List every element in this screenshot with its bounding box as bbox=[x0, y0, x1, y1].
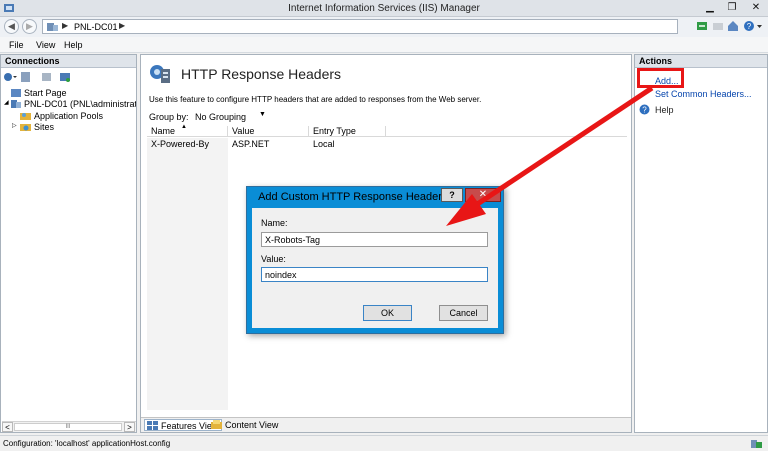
scroll-thumb[interactable]: III bbox=[14, 423, 122, 431]
svg-text:?: ? bbox=[747, 22, 752, 31]
group-by-dropdown-icon[interactable]: ▼ bbox=[259, 111, 266, 118]
dialog-body: Name: Value: OK Cancel bbox=[252, 208, 498, 328]
sort-ascending-icon: ▲ bbox=[181, 124, 187, 130]
svg-text:?: ? bbox=[642, 106, 647, 115]
refresh-icon[interactable] bbox=[696, 20, 708, 32]
annotation-highlight-box bbox=[637, 68, 684, 88]
connections-pane: Connections Start Page ◢ PNL-DC01 (PNL\a… bbox=[0, 54, 137, 433]
server-icon bbox=[11, 100, 21, 108]
connect-server-icon[interactable] bbox=[59, 71, 71, 83]
menu-bar: File View Help bbox=[0, 37, 768, 53]
help-dropdown-icon[interactable] bbox=[756, 20, 763, 32]
cell-value: ASP.NET bbox=[232, 139, 270, 149]
close-window-button[interactable]: ✕ bbox=[744, 1, 768, 15]
column-header-name-label: Name bbox=[151, 126, 176, 136]
table-row[interactable]: X-Powered-By ASP.NET Local bbox=[147, 139, 627, 151]
connections-header: Connections bbox=[1, 55, 136, 68]
help-icon[interactable]: ? bbox=[743, 20, 755, 32]
cell-entry-type: Local bbox=[313, 139, 335, 149]
connections-horizontal-scrollbar[interactable]: < III > bbox=[2, 421, 136, 432]
ok-button[interactable]: OK bbox=[363, 305, 412, 321]
group-by-dropdown[interactable]: No Grouping bbox=[195, 112, 246, 122]
sites-folder-icon bbox=[20, 124, 31, 131]
tree-item-server[interactable]: ◢ PNL-DC01 (PNL\administrato bbox=[4, 99, 136, 110]
column-header-name[interactable]: Name ▲ bbox=[147, 124, 228, 137]
value-label: Value: bbox=[261, 254, 286, 264]
breadcrumb-separator-icon: ▶ bbox=[119, 21, 126, 30]
server-node-icon bbox=[47, 23, 58, 31]
stop-icon[interactable] bbox=[712, 20, 724, 32]
help-link[interactable]: Help bbox=[655, 105, 674, 115]
save-icon[interactable] bbox=[20, 71, 31, 83]
group-by-label: Group by: bbox=[149, 112, 189, 122]
dialog-close-button[interactable]: ✕ bbox=[465, 188, 501, 202]
menu-file[interactable]: File bbox=[9, 40, 24, 50]
network-status-icon bbox=[751, 440, 762, 448]
features-view-icon bbox=[147, 421, 158, 430]
set-common-headers-link[interactable]: Set Common Headers... bbox=[655, 89, 752, 99]
status-bar: Configuration: 'localhost' applicationHo… bbox=[0, 435, 768, 451]
breadcrumb[interactable]: ▶ PNL-DC01 ▶ bbox=[42, 19, 678, 34]
maximize-button[interactable]: ❐ bbox=[721, 1, 743, 15]
name-label: Name: bbox=[261, 218, 288, 228]
headers-grid-header: Name ▲ Value Entry Type bbox=[147, 124, 627, 137]
scroll-right-button[interactable]: > bbox=[124, 422, 135, 432]
cell-name: X-Powered-By bbox=[151, 139, 210, 149]
breadcrumb-separator-icon: ▶ bbox=[62, 21, 69, 30]
actions-header: Actions bbox=[635, 55, 767, 68]
tree-label-application-pools: Application Pools bbox=[34, 111, 104, 121]
dialog-help-button[interactable]: ? bbox=[441, 188, 463, 202]
window-title: Internet Information Services (IIS) Mana… bbox=[288, 3, 480, 14]
tree-label-start-page: Start Page bbox=[24, 88, 67, 98]
back-button[interactable]: ◀ bbox=[4, 19, 19, 34]
tree-label-sites: Sites bbox=[34, 122, 55, 132]
collapse-icon[interactable]: ◢ bbox=[4, 99, 9, 106]
connect-icon[interactable] bbox=[3, 71, 17, 83]
page-title: HTTP Response Headers bbox=[181, 66, 342, 82]
tree-label-server: PNL-DC01 (PNL\administrato bbox=[24, 99, 136, 109]
scroll-left-button[interactable]: < bbox=[2, 422, 13, 432]
content-view-icon bbox=[211, 420, 222, 429]
actions-pane: Actions Add... Set Common Headers... ? H… bbox=[634, 54, 768, 433]
forward-button[interactable]: ▶ bbox=[22, 19, 37, 34]
help-icon: ? bbox=[639, 104, 650, 115]
menu-help[interactable]: Help bbox=[64, 40, 83, 50]
dialog-title: Add Custom HTTP Response Header bbox=[258, 191, 442, 203]
breadcrumb-item-server[interactable]: PNL-DC01 bbox=[74, 22, 118, 32]
minimize-button[interactable]: ▁ bbox=[699, 1, 721, 15]
application-pools-icon bbox=[20, 113, 31, 120]
expand-icon[interactable]: ▷ bbox=[12, 122, 17, 129]
window-titlebar: Internet Information Services (IIS) Mana… bbox=[0, 0, 768, 17]
tab-content-view[interactable]: Content View bbox=[209, 419, 281, 431]
name-column-background bbox=[147, 138, 228, 410]
feature-description: Use this feature to configure HTTP heade… bbox=[149, 95, 482, 104]
value-field[interactable] bbox=[261, 267, 488, 282]
cancel-button[interactable]: Cancel bbox=[439, 305, 488, 321]
name-field[interactable] bbox=[261, 232, 488, 247]
http-response-headers-icon bbox=[150, 65, 170, 83]
start-page-icon bbox=[11, 89, 21, 97]
status-text: Configuration: 'localhost' applicationHo… bbox=[3, 439, 171, 448]
view-tabs: Features View Content View bbox=[141, 417, 631, 432]
address-bar: ◀ ▶ ▶ PNL-DC01 ▶ ? bbox=[0, 17, 768, 37]
column-header-entry-type[interactable]: Entry Type bbox=[309, 126, 386, 137]
home-icon[interactable] bbox=[727, 20, 739, 32]
up-icon[interactable] bbox=[41, 71, 52, 83]
add-custom-header-dialog: Add Custom HTTP Response Header ? ✕ Name… bbox=[246, 186, 504, 334]
menu-view[interactable]: View bbox=[36, 40, 55, 50]
connections-toolbar bbox=[3, 71, 133, 84]
tab-content-view-label: Content View bbox=[225, 420, 279, 430]
column-header-value[interactable]: Value bbox=[228, 126, 309, 137]
